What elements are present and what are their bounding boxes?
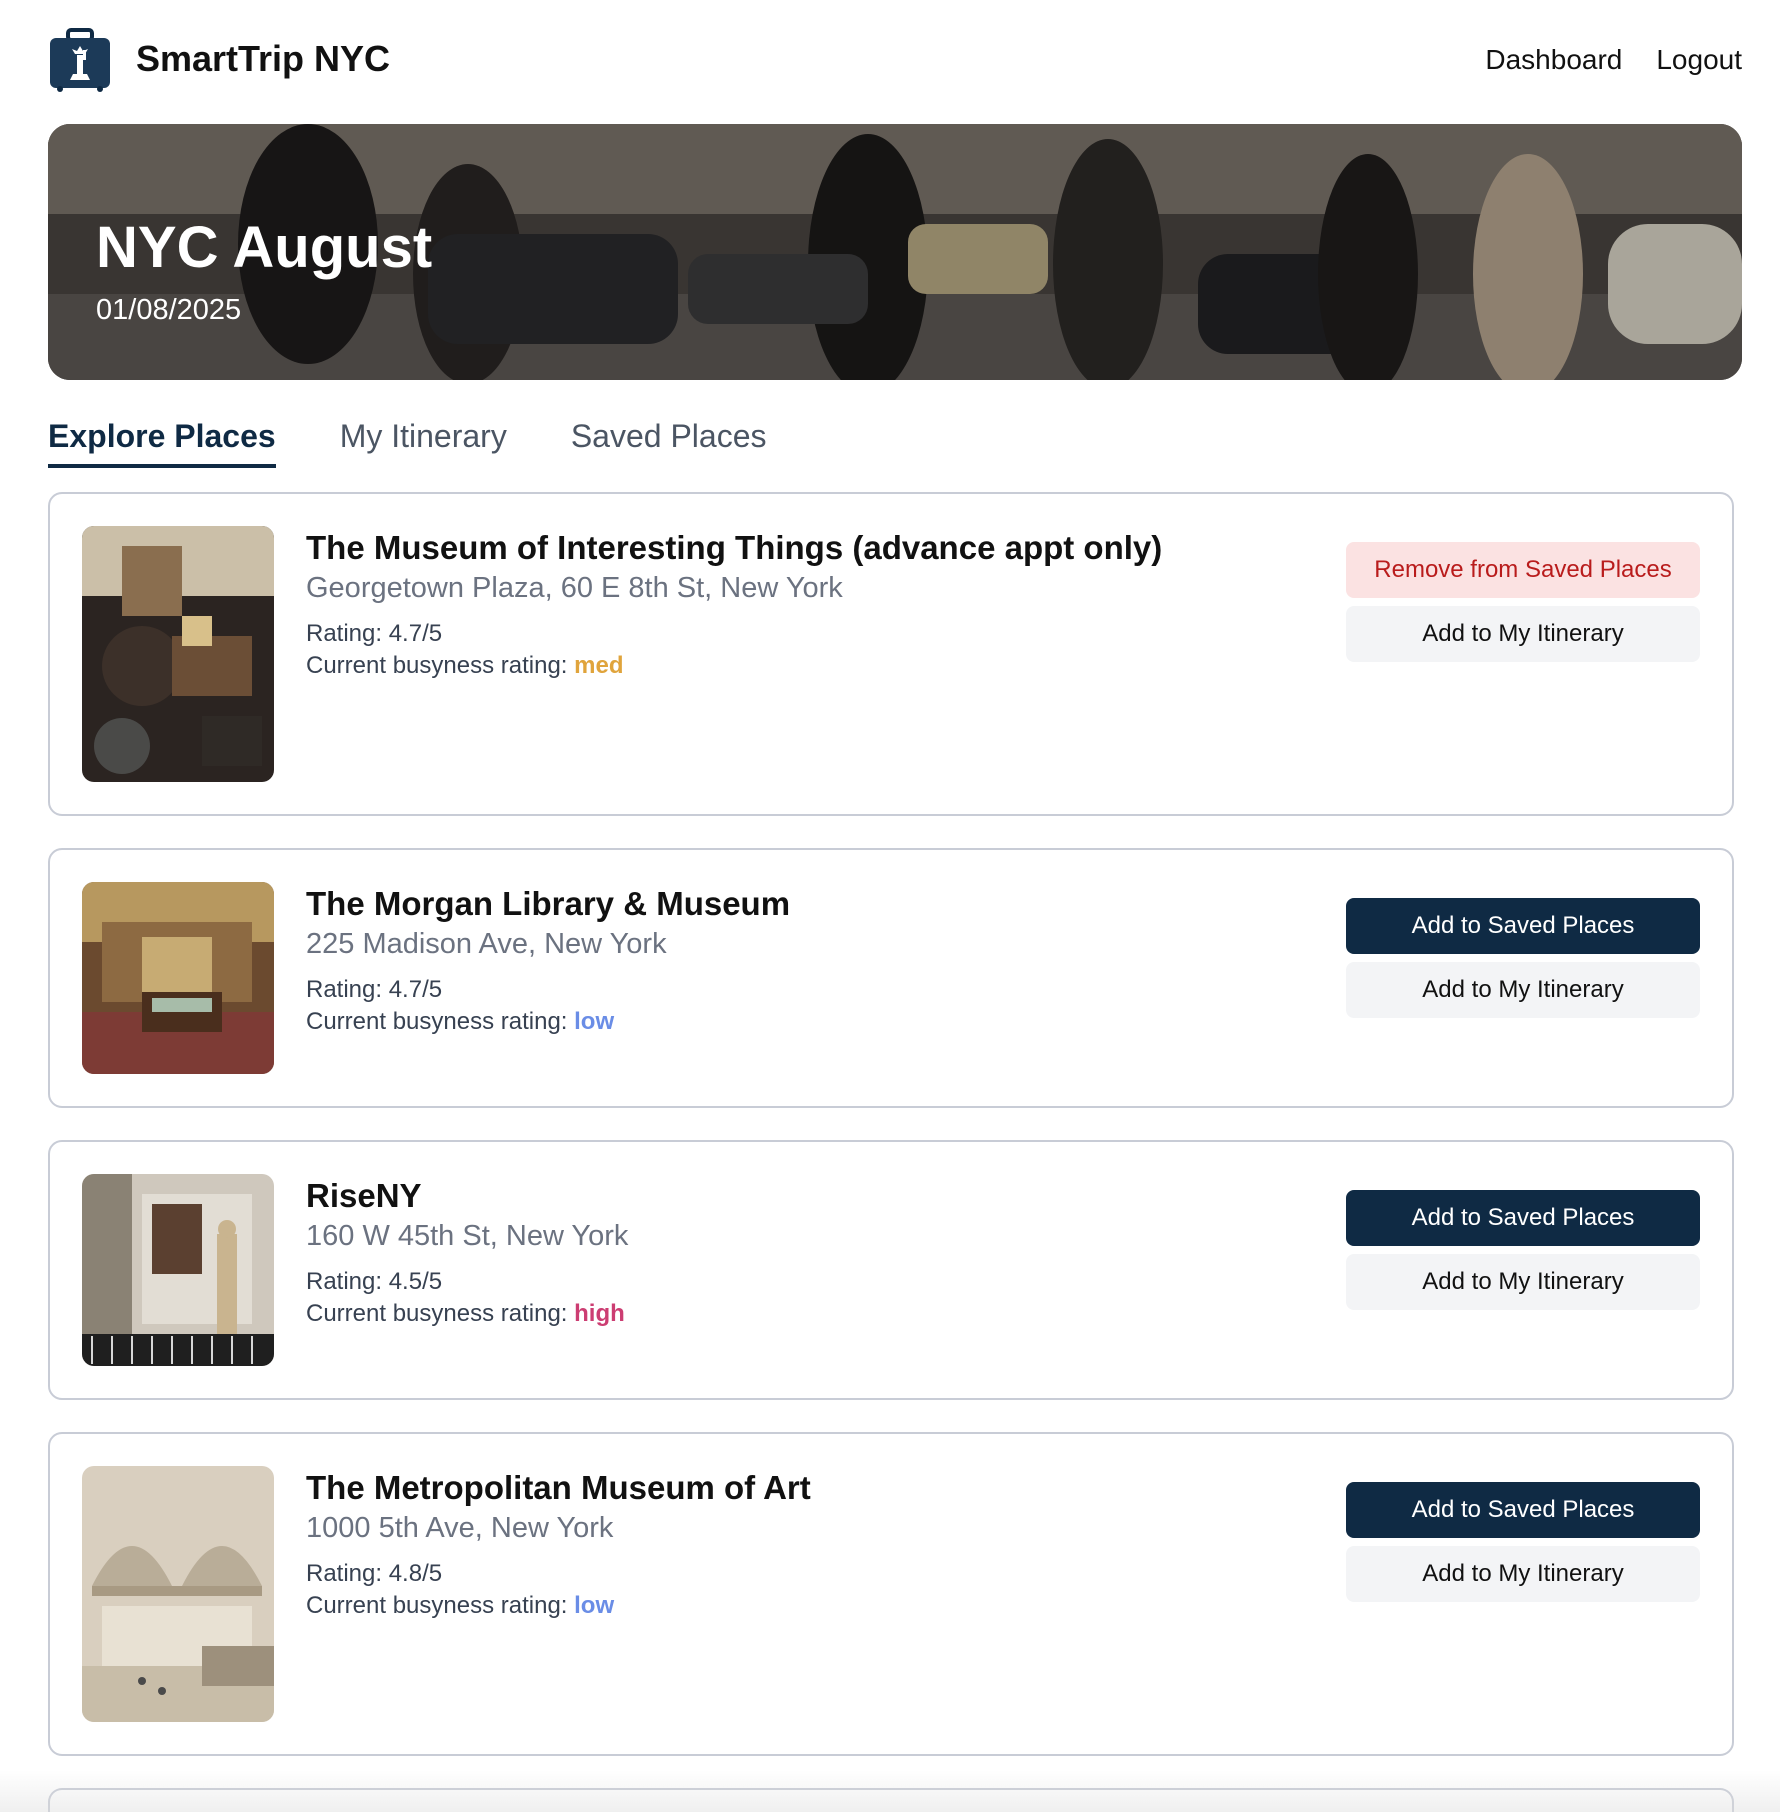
top-navbar: SmartTrip NYC Dashboard Logout: [48, 28, 1742, 94]
place-card: The Museum of Interesting Things (advanc…: [48, 492, 1734, 816]
busyness-value: low: [574, 1592, 615, 1619]
busyness-row: Current busyness rating: med: [306, 650, 1162, 682]
place-name[interactable]: The Museum of Interesting Things (advanc…: [306, 528, 1162, 568]
scroll-fade: [0, 1770, 1780, 1812]
add-to-saved-button[interactable]: Add to Saved Places: [1346, 898, 1700, 954]
trip-title: NYC August: [96, 215, 433, 280]
top-nav: Dashboard Logout: [1485, 44, 1742, 76]
place-actions: Add to Saved Places Add to My Itinerary: [1346, 1190, 1700, 1318]
busyness-row: Current busyness rating: low: [306, 1590, 811, 1622]
place-info: The Museum of Interesting Things (advanc…: [306, 528, 1162, 682]
place-photo[interactable]: [82, 1466, 274, 1722]
place-name[interactable]: RiseNY: [306, 1176, 628, 1216]
place-name[interactable]: The Morgan Library & Museum: [306, 884, 790, 924]
busyness-value: low: [574, 1008, 615, 1035]
trip-date: 01/08/2025: [96, 294, 242, 326]
nav-dashboard-link[interactable]: Dashboard: [1485, 44, 1622, 76]
add-to-saved-button[interactable]: Add to Saved Places: [1346, 1482, 1700, 1538]
place-photo[interactable]: [82, 1174, 274, 1366]
add-to-itinerary-button[interactable]: Add to My Itinerary: [1346, 606, 1700, 662]
busyness-label: Current busyness rating:: [306, 1300, 575, 1327]
place-photo[interactable]: [82, 882, 274, 1074]
place-photo[interactable]: [82, 526, 274, 782]
busyness-label: Current busyness rating:: [306, 652, 575, 679]
place-actions: Add to Saved Places Add to My Itinerary: [1346, 1482, 1700, 1610]
add-to-saved-button[interactable]: Add to Saved Places: [1346, 1190, 1700, 1246]
nav-logout-link[interactable]: Logout: [1656, 44, 1742, 76]
add-to-itinerary-button[interactable]: Add to My Itinerary: [1346, 1254, 1700, 1310]
place-card: RiseNY 160 W 45th St, New York Rating: 4…: [48, 1140, 1734, 1400]
busyness-row: Current busyness rating: low: [306, 1006, 790, 1038]
place-actions: Add to Saved Places Add to My Itinerary: [1346, 898, 1700, 1026]
place-address: 160 W 45th St, New York: [306, 1220, 629, 1252]
tab-bar: Explore Places My Itinerary Saved Places: [48, 418, 767, 468]
place-rating: Rating: 4.7/5: [306, 976, 443, 1003]
busyness-row: Current busyness rating: high: [306, 1298, 628, 1330]
suitcase-logo-icon[interactable]: [48, 28, 112, 92]
busyness-label: Current busyness rating:: [306, 1592, 575, 1619]
place-info: The Metropolitan Museum of Art 1000 5th …: [306, 1468, 811, 1622]
place-rating: Rating: 4.7/5: [306, 620, 443, 647]
busyness-value: med: [574, 652, 624, 679]
place-info: The Morgan Library & Museum 225 Madison …: [306, 884, 790, 1038]
place-address: 1000 5th Ave, New York: [306, 1512, 614, 1544]
place-name[interactable]: The Metropolitan Museum of Art: [306, 1468, 811, 1508]
remove-from-saved-button[interactable]: Remove from Saved Places: [1346, 542, 1700, 598]
page: SmartTrip NYC Dashboard Logout NYC Augus…: [0, 0, 1780, 1812]
add-to-itinerary-button[interactable]: Add to My Itinerary: [1346, 1546, 1700, 1602]
brand-title[interactable]: SmartTrip NYC: [136, 38, 390, 80]
place-info: RiseNY 160 W 45th St, New York Rating: 4…: [306, 1176, 628, 1330]
place-card: The Morgan Library & Museum 225 Madison …: [48, 848, 1734, 1108]
place-rating: Rating: 4.5/5: [306, 1268, 443, 1295]
trip-hero-banner: NYC August 01/08/2025: [48, 124, 1742, 380]
tab-saved-places[interactable]: Saved Places: [571, 418, 767, 468]
place-rating: Rating: 4.8/5: [306, 1560, 443, 1587]
add-to-itinerary-button[interactable]: Add to My Itinerary: [1346, 962, 1700, 1018]
place-actions: Remove from Saved Places Add to My Itine…: [1346, 542, 1700, 670]
tab-my-itinerary[interactable]: My Itinerary: [340, 418, 507, 468]
busyness-label: Current busyness rating:: [306, 1008, 575, 1035]
busyness-value: high: [574, 1300, 625, 1327]
place-card: The Metropolitan Museum of Art 1000 5th …: [48, 1432, 1734, 1756]
place-address: Georgetown Plaza, 60 E 8th St, New York: [306, 572, 843, 604]
place-address: 225 Madison Ave, New York: [306, 928, 667, 960]
tab-explore-places[interactable]: Explore Places: [48, 418, 276, 468]
